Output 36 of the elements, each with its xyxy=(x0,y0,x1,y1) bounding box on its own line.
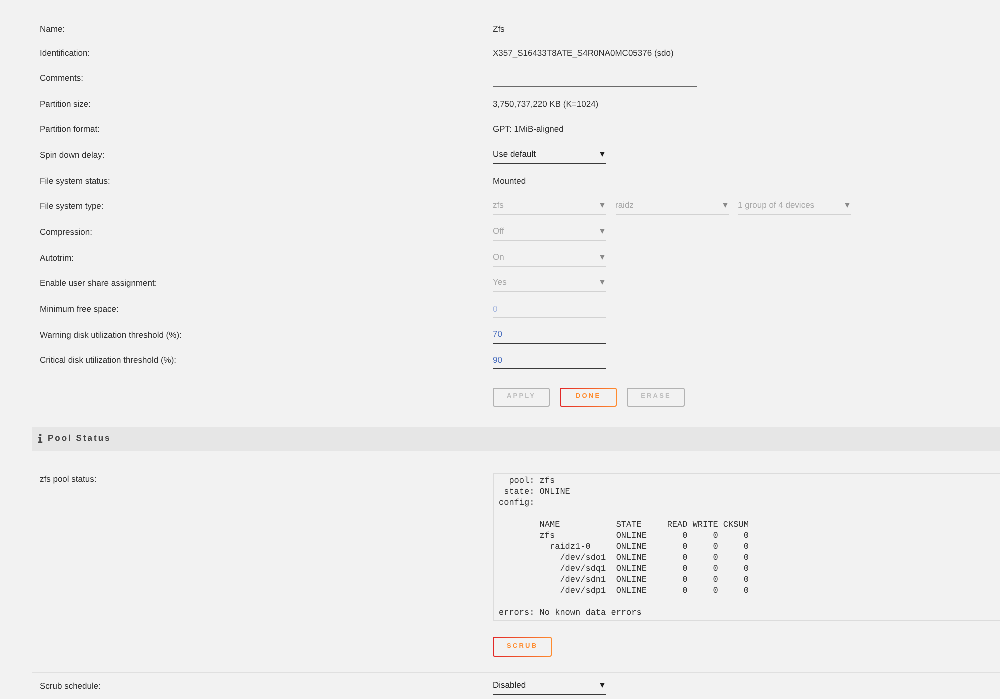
field-label: File system type: xyxy=(39,201,105,212)
field-label: Identification: xyxy=(39,48,92,58)
field-label: Name: xyxy=(39,24,66,34)
dropdown[interactable]: Use default xyxy=(493,146,606,164)
status-output: pool: zfs state: ONLINE config: NAME STATE READ WRITE CKSUM zfs ONLINE 0 0 0 raidz1-0 ONLINE 0 0 0 /dev/sdo1 ONLINE 0 0 0 /dev/sdq1 ONLINE 0 0 0 /dev/sdn1 ONLINE 0 0 0 /dev/sdp1 ONLINE 0 0 0 errors: No known data errors xyxy=(493,472,1000,621)
field-label: Spin down delay: xyxy=(39,150,106,160)
field-label: zfs pool status: xyxy=(39,472,98,484)
caret-icon xyxy=(600,682,605,688)
field-label: Minimum free space: xyxy=(39,304,120,314)
input-field[interactable]: 70 xyxy=(493,326,606,344)
caret-icon xyxy=(600,203,605,208)
section-title: Pool Status xyxy=(48,432,112,446)
caret-icon xyxy=(600,152,605,157)
field-label: Enable user share assignment: xyxy=(39,278,158,288)
field-label: Compression: xyxy=(39,226,94,237)
field-label: File system status: xyxy=(39,176,112,186)
caret-icon xyxy=(600,280,605,286)
field-label: Scrub schedule: xyxy=(39,680,102,691)
field-label: Critical disk utilization threshold (%): xyxy=(39,355,178,366)
dropdown[interactable]: Disabled xyxy=(493,676,606,695)
field-value: X357_S16433T8ATE_S4R0NA0MC05376 (sdo) xyxy=(493,48,674,58)
field-label: Partition size: xyxy=(39,98,92,109)
caret-icon xyxy=(845,203,850,208)
field-value: GPT: 1MiB-aligned xyxy=(493,124,564,134)
field-value: Zfs xyxy=(493,24,505,34)
field-value: Mounted xyxy=(493,176,526,186)
caret-icon xyxy=(600,228,605,234)
field-label: Comments: xyxy=(39,72,84,83)
caret-icon xyxy=(600,254,605,260)
field-label: Partition format: xyxy=(39,124,101,134)
caret-icon xyxy=(722,203,728,208)
field-label: Warning disk utilization threshold (%): xyxy=(39,330,183,340)
info-icon xyxy=(38,434,43,444)
field-label: Autotrim: xyxy=(39,252,76,263)
field-value: 3,750,737,220 KB (K=1024) xyxy=(493,98,599,109)
input-field[interactable]: 90 xyxy=(493,351,606,370)
